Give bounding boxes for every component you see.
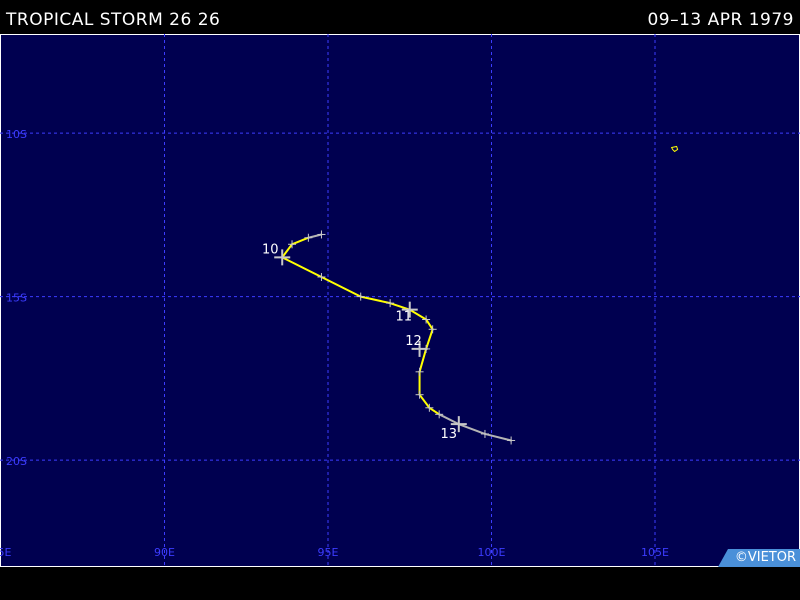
- lon-label-100e: 100E: [478, 546, 506, 559]
- day-label-10: 10: [262, 242, 279, 257]
- credit-label-box: ©VIETOR: [718, 549, 800, 567]
- ocean-background: [0, 34, 800, 567]
- day-label-11: 11: [395, 310, 412, 325]
- lat-label-15s: 15S: [6, 292, 27, 305]
- day-label-12: 12: [405, 334, 422, 349]
- lat-label-10s: 10S: [6, 128, 27, 141]
- header-bar: TROPICAL STORM 26 26 09–13 APR 1979: [0, 0, 800, 34]
- lat-label-20s: 20S: [6, 455, 27, 468]
- footer-bar: [0, 567, 800, 600]
- lon-label-85e: 85E: [0, 546, 12, 559]
- storm-track-map[interactable]: 10S 15S 20S 85E 90E 95E 100E 105E 10 11 …: [0, 34, 800, 567]
- lon-label-90e: 90E: [154, 546, 175, 559]
- date-range: 09–13 APR 1979: [647, 10, 794, 30]
- storm-title: TROPICAL STORM 26 26: [6, 10, 221, 30]
- credit-text: ©VIETOR: [734, 550, 796, 565]
- day-label-13: 13: [441, 427, 458, 442]
- lon-label-95e: 95E: [318, 546, 339, 559]
- lon-label-105e: 105E: [641, 546, 669, 559]
